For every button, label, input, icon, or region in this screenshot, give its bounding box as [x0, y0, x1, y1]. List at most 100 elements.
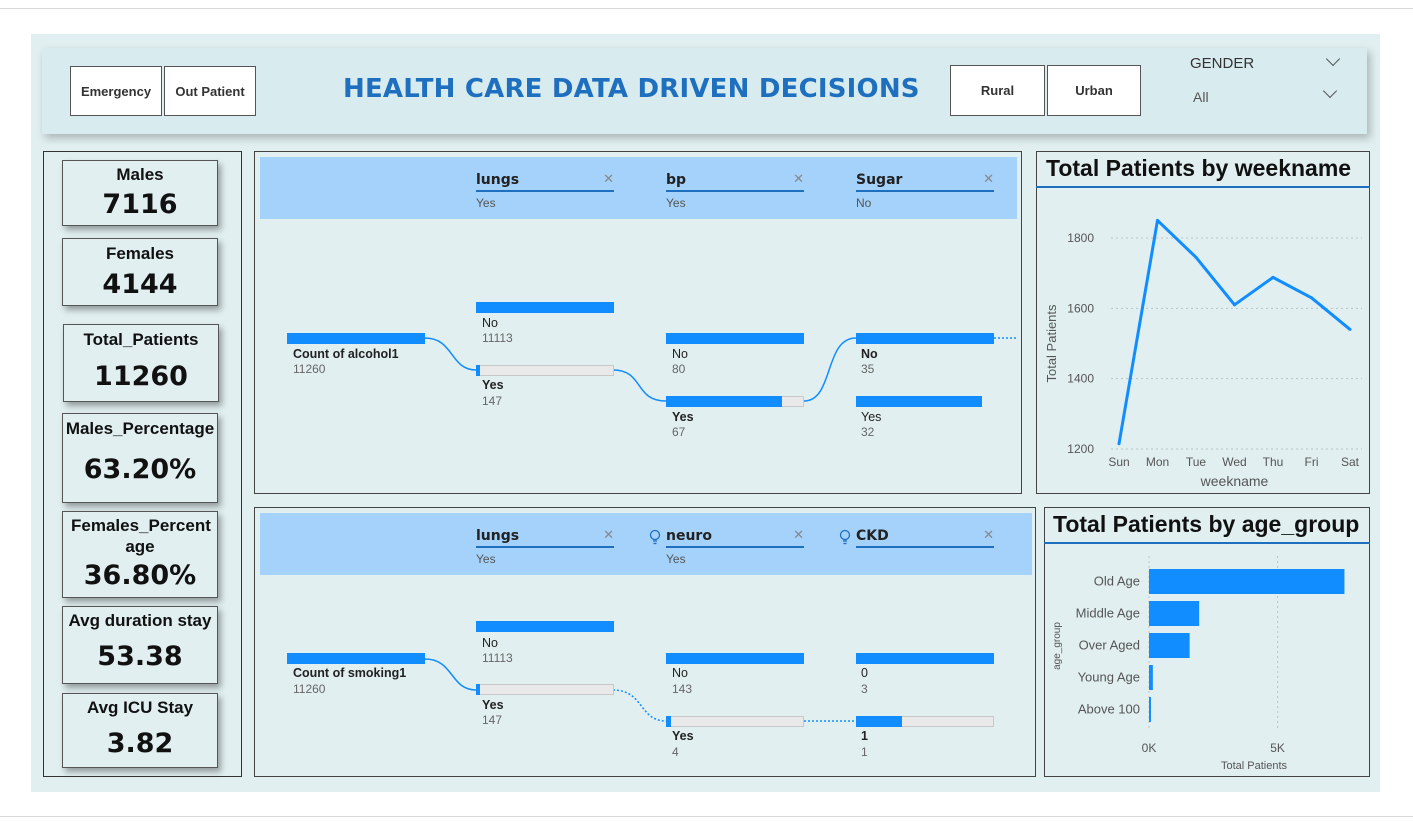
tree-root-value: 11260: [293, 682, 326, 696]
tree-node-label: Yes: [482, 378, 504, 392]
chart-title-underline: [1036, 186, 1370, 188]
top-divider: [0, 8, 1413, 9]
tree-node-bar-track[interactable]: [666, 716, 804, 727]
page-title: HEALTH CARE DATA DRIVEN DECISIONS: [343, 74, 920, 104]
bottom-divider: [0, 816, 1413, 817]
tree-node-label: No: [482, 636, 498, 650]
tree-root-value: 11260: [293, 362, 326, 376]
tree-node-bar: [856, 716, 902, 727]
tree-root-bar[interactable]: [287, 653, 425, 664]
data-point: [1348, 327, 1352, 331]
y-axis-title: age_group: [1052, 622, 1063, 670]
chart-title: Total Patients by age_group: [1053, 511, 1360, 537]
tree-node-value: 35: [861, 362, 875, 376]
tree-node-label: Yes: [672, 729, 694, 743]
kpi-label: Avg ICU Stay: [86, 698, 194, 717]
tree-node-label: No: [861, 347, 878, 361]
series-line: [1117, 218, 1351, 444]
x-tick-label: 0K: [1142, 741, 1157, 755]
data-point: [1194, 255, 1198, 259]
x-tick-label: Tue: [1186, 455, 1207, 469]
kpi-value: 11260: [94, 361, 188, 392]
tree-root-label: Count of alcohol1: [293, 347, 399, 361]
tree-node-bar[interactable]: [856, 653, 994, 664]
tree-node-bar: [476, 684, 480, 695]
tree-node-value: 147: [482, 394, 503, 408]
kpi-card-males-percentage: Males_Percentage 63.20%: [62, 413, 218, 503]
tree-root-label: Count of smoking1: [293, 666, 407, 680]
kpi-card-females: Females 4144: [62, 238, 218, 306]
kpi-label: Avg duration stay: [68, 611, 212, 630]
kpi-card-females-percentage: Females_Percent age 36.80%: [62, 511, 218, 598]
urban-button[interactable]: Urban: [1047, 65, 1141, 116]
tree-connectors: [424, 658, 856, 722]
tree-node-bar-track[interactable]: [476, 684, 614, 695]
tree-node-label: Yes: [861, 410, 882, 424]
x-tick-label: Fri: [1305, 455, 1319, 469]
data-point: [1233, 303, 1236, 307]
tree-node-bar[interactable]: [856, 396, 982, 407]
bar: [1149, 601, 1200, 626]
tree-root-bar[interactable]: [287, 333, 425, 344]
kpi-value: 7116: [102, 189, 178, 220]
y-axis-title: Total Patients: [1044, 304, 1059, 383]
x-tick-label: Sat: [1341, 455, 1360, 469]
data-point: [1310, 296, 1313, 300]
y-tick-label: Young Age: [1078, 670, 1140, 685]
y-tick-label: Above 100: [1078, 702, 1140, 717]
x-tick-label: 5K: [1270, 741, 1285, 755]
kpi-card-avg-icu-stay: Avg ICU Stay 3.82: [62, 693, 218, 768]
tree-node-bar[interactable]: [666, 333, 804, 344]
tree-node-bar[interactable]: [476, 302, 614, 313]
y-tick-label: Over Aged: [1079, 638, 1140, 653]
x-axis-title: weekname: [1200, 473, 1269, 489]
tree-node-label: No: [672, 666, 688, 680]
tree-node-label: No: [672, 347, 688, 361]
tree-node-value: 143: [672, 682, 693, 696]
tree-node-value: 147: [482, 713, 503, 727]
y-tick-label: 1800: [1067, 231, 1094, 245]
x-axis-title: Total Patients: [1221, 760, 1288, 772]
tree-node-value: 11113: [482, 331, 513, 345]
data-point: [1156, 218, 1159, 222]
x-tick-label: Mon: [1146, 455, 1169, 469]
x-tick-label: Wed: [1222, 455, 1246, 469]
kpi-label: Males_Percentage: [65, 419, 215, 438]
tree-node-value: 1: [861, 745, 868, 759]
kpi-value: 4144: [102, 269, 178, 300]
bar: [1149, 697, 1151, 722]
chart-title-underline: [1044, 542, 1370, 544]
kpi-card-total-patients: Total_Patients 11260: [63, 324, 219, 402]
emergency-button[interactable]: Emergency: [70, 66, 162, 116]
kpi-label: Females: [105, 244, 175, 263]
kpi-card-males: Males 7116: [62, 160, 218, 226]
bar-chart[interactable]: Old Age Middle Age Over Aged Young Age Above…: [1044, 546, 1370, 775]
bar: [1149, 569, 1345, 594]
y-tick-label: Middle Age: [1076, 606, 1140, 621]
kpi-value: 63.20%: [83, 454, 197, 485]
data-point: [1271, 275, 1275, 279]
tree-connectors: [424, 337, 1016, 402]
tree-node-value: 11113: [482, 651, 513, 665]
tree-node-value: 32: [861, 425, 875, 439]
y-tick-label: 1200: [1067, 442, 1094, 456]
tree-node-value: 4: [672, 745, 679, 759]
tree-node-bar[interactable]: [666, 653, 804, 664]
tree-node-bar[interactable]: [476, 621, 614, 632]
tree-node-bar: [666, 396, 782, 407]
gender-slicer-dropdown[interactable]: All: [1193, 89, 1209, 105]
tree-node-value: 3: [861, 682, 868, 696]
tree-node-value: 67: [672, 425, 686, 439]
out-patient-button[interactable]: Out Patient: [164, 66, 256, 116]
rural-button[interactable]: Rural: [950, 65, 1045, 116]
tree-node-label: No: [482, 316, 498, 330]
kpi-label: Total_Patients: [83, 330, 199, 349]
line-chart[interactable]: 1200 1400 1600 1800 Sun Mon Tue Wed Thu Fri Sat wee…: [1036, 190, 1370, 492]
y-tick-label: 1600: [1067, 301, 1094, 315]
bar: [1149, 633, 1190, 658]
tree-node-bar-track[interactable]: [476, 365, 614, 376]
tree-node-bar[interactable]: [856, 333, 994, 344]
tree-node-label: 0: [861, 666, 868, 680]
tree-node-value: 80: [672, 362, 686, 376]
data-point: [1117, 442, 1121, 446]
